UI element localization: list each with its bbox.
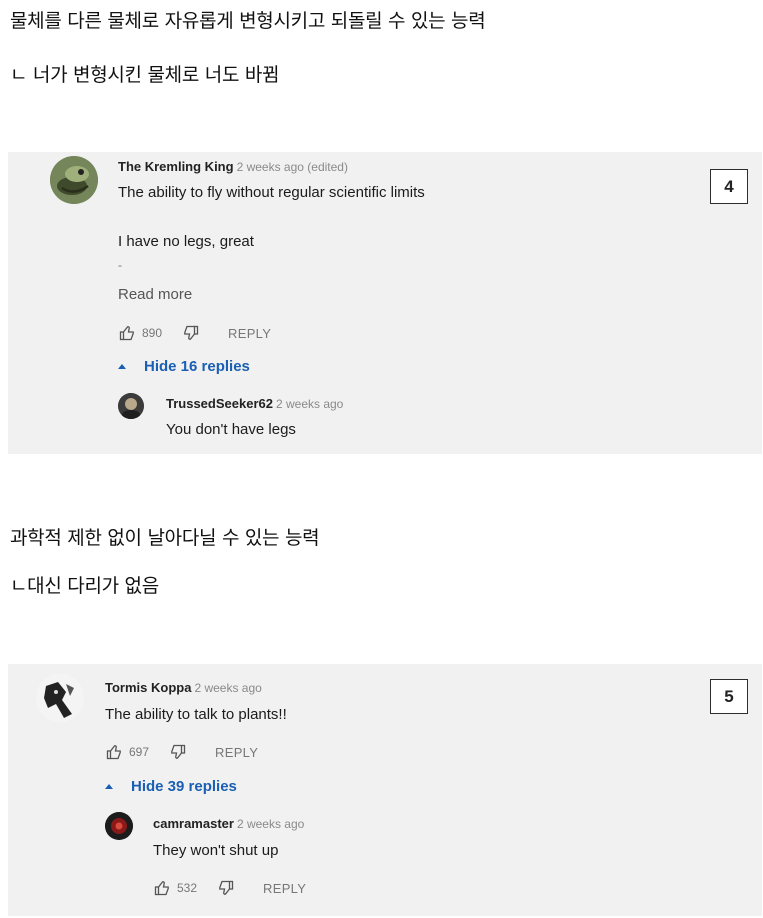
thumbs-down-icon[interactable] [217, 879, 235, 897]
comment-panel-2: Tormis Koppa 2 weeks ago The ability to t… [8, 664, 762, 916]
comment-text-line-1: The ability to talk to plants!! [105, 706, 287, 723]
reply-button[interactable]: REPLY [215, 745, 258, 760]
reply-actions: 532 REPLY [153, 879, 306, 897]
hide-replies-button[interactable]: Hide 39 replies [105, 778, 237, 795]
reply-author[interactable]: camramaster [153, 816, 234, 831]
comment-actions: 697 REPLY [105, 743, 258, 761]
hide-replies-button[interactable]: Hide 16 replies [118, 358, 250, 375]
like-count: 697 [129, 745, 150, 759]
hide-replies-label: Hide 16 replies [144, 358, 250, 375]
thumbs-down-icon[interactable] [182, 324, 200, 342]
read-more-link[interactable]: Read more [118, 286, 192, 303]
reply-text: They won't shut up [153, 842, 279, 859]
number-badge: 4 [710, 169, 748, 204]
reply-author[interactable]: TrussedSeeker62 [166, 396, 273, 411]
comment-text-line-3: - [118, 258, 122, 272]
caption-line-4: ㄴ대신 다리가 없음 [10, 575, 159, 597]
reply-avatar[interactable] [118, 393, 144, 419]
caption-line-1: 물체를 다른 물체로 자유롭게 변형시키고 되돌릴 수 있는 능력 [10, 10, 486, 32]
comment-author[interactable]: The Kremling King [118, 159, 234, 174]
comment-author[interactable]: Tormis Koppa [105, 680, 191, 695]
reply-button[interactable]: REPLY [263, 881, 306, 896]
thumbs-down-icon[interactable] [169, 743, 187, 761]
comment-author-line: Tormis Koppa 2 weeks ago [105, 680, 262, 695]
comment-author-line: The Kremling King 2 weeks ago (edited) [118, 159, 348, 174]
avatar[interactable] [50, 156, 98, 204]
triangle-up-icon [118, 364, 126, 369]
thumbs-up-icon[interactable] [153, 879, 171, 897]
reply-author-line: camramaster 2 weeks ago [153, 816, 304, 831]
caption-line-2: ㄴ 너가 변형시킨 물체로 너도 바뀜 [10, 64, 280, 86]
comment-panel-1: The Kremling King 2 weeks ago (edited) Th… [8, 152, 762, 454]
hide-replies-label: Hide 39 replies [131, 778, 237, 795]
thumbs-up-icon[interactable] [105, 743, 123, 761]
like-count: 532 [177, 881, 198, 895]
like-count: 890 [142, 326, 163, 340]
reply-timestamp[interactable]: 2 weeks ago [237, 817, 304, 831]
reply-text: You don't have legs [166, 421, 296, 438]
comment-text-line-2: I have no legs, great [118, 233, 254, 250]
caption-line-3: 과학적 제한 없이 날아다닐 수 있는 능력 [10, 527, 320, 549]
comment-text-line-1: The ability to fly without regular scien… [118, 184, 425, 201]
reply-avatar[interactable] [105, 812, 133, 840]
reply-timestamp[interactable]: 2 weeks ago [276, 397, 343, 411]
triangle-up-icon [105, 784, 113, 789]
number-badge: 5 [710, 679, 748, 714]
comment-actions: 890 REPLY [118, 324, 271, 342]
reply-author-line: TrussedSeeker62 2 weeks ago [166, 396, 343, 411]
thumbs-up-icon[interactable] [118, 324, 136, 342]
comment-timestamp[interactable]: 2 weeks ago (edited) [237, 160, 348, 174]
comment-timestamp[interactable]: 2 weeks ago [194, 681, 261, 695]
avatar[interactable] [36, 674, 84, 722]
reply-button[interactable]: REPLY [228, 326, 271, 341]
